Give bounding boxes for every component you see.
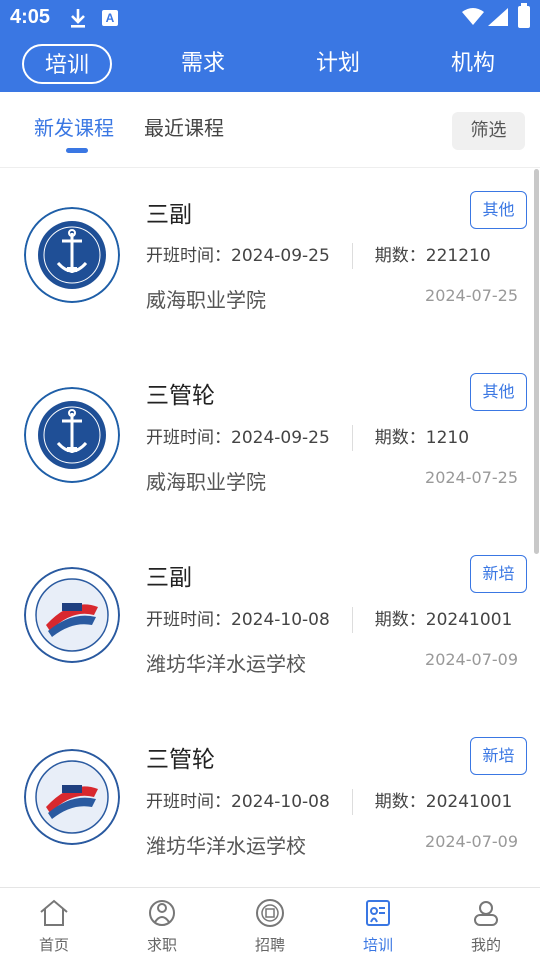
course-school: 潍坊华洋水运学校: [146, 834, 306, 858]
course-publish-date: 2024-07-25: [425, 468, 518, 487]
course-school: 威海职业学院: [146, 288, 266, 312]
download-icon: [71, 9, 85, 28]
course-school: 威海职业学院: [146, 470, 266, 494]
training-icon: [366, 900, 390, 926]
filter-button[interactable]: 筛选: [452, 112, 525, 150]
course-period: 期数：221210: [374, 246, 491, 266]
course-type-badge: 其他: [470, 373, 527, 411]
course-start-date: 开班时间：2024-09-25: [146, 428, 330, 448]
tab-institution[interactable]: 机构: [428, 44, 518, 84]
course-list[interactable]: 三副 其他 开班时间：2024-09-25 期数：221210 威海职业学院 20…: [0, 169, 540, 887]
course-publish-date: 2024-07-09: [425, 832, 518, 851]
course-start-date: 开班时间：2024-10-08: [146, 792, 330, 812]
course-title: 三管轮: [146, 383, 215, 409]
course-info-row: 开班时间：2024-10-08 期数：20241001: [146, 605, 512, 633]
nav-home[interactable]: 首页: [0, 888, 108, 960]
course-start-date: 开班时间：2024-09-25: [146, 246, 330, 266]
status-bar: 4:05 A: [0, 0, 540, 36]
weifang-huayang-school-logo: [24, 749, 120, 845]
course-card[interactable]: 三副 其他 开班时间：2024-09-25 期数：221210 威海职业学院 20…: [0, 169, 540, 351]
subtab-new-courses[interactable]: 新发课程: [34, 112, 114, 141]
course-period: 期数：20241001: [374, 792, 513, 812]
status-time: 4:05: [10, 6, 51, 28]
job-seek-icon: [149, 900, 175, 926]
weifang-huayang-school-logo: [24, 567, 120, 663]
divider: [351, 243, 353, 269]
signal-icon: [488, 8, 508, 26]
tab-demand[interactable]: 需求: [158, 44, 248, 84]
course-title: 三副: [146, 565, 192, 591]
recruit-icon: [256, 899, 284, 927]
course-info-row: 开班时间：2024-09-25 期数：221210: [146, 241, 491, 269]
home-icon: [40, 899, 68, 926]
app-header: 4:05 A 培训 需求 计划 机构: [0, 0, 540, 92]
course-publish-date: 2024-07-09: [425, 650, 518, 669]
nav-job-seek-label: 求职: [146, 936, 177, 954]
course-type-badge: 其他: [470, 191, 527, 229]
top-tab-bar: 培训 需求 计划 机构: [0, 38, 540, 92]
subtab-recent-courses[interactable]: 最近课程: [144, 112, 224, 141]
nav-home-label: 首页: [38, 936, 69, 954]
battery-icon: [518, 3, 530, 28]
nav-training-label: 培训: [362, 936, 393, 954]
weihai-college-logo: [24, 387, 120, 483]
course-type-badge: 新培: [470, 555, 527, 593]
course-card[interactable]: 三副 新培 开班时间：2024-10-08 期数：20241001 潍坊华洋水运学…: [0, 533, 540, 715]
nav-recruit-label: 招聘: [254, 936, 285, 954]
course-info-row: 开班时间：2024-10-08 期数：20241001: [146, 787, 512, 815]
nav-job-seek[interactable]: 求职: [108, 888, 216, 960]
course-info-row: 开班时间：2024-09-25 期数：1210: [146, 423, 469, 451]
nav-profile-label: 我的: [470, 936, 501, 954]
course-period: 期数：20241001: [374, 610, 513, 630]
course-school: 潍坊华洋水运学校: [146, 652, 306, 676]
course-title: 三管轮: [146, 747, 215, 773]
bottom-nav: 首页 求职 招聘 培训 我的: [0, 887, 540, 960]
divider: [351, 425, 353, 451]
nav-training[interactable]: 培训: [324, 888, 432, 960]
course-publish-date: 2024-07-25: [425, 286, 518, 305]
wifi-icon: [462, 8, 484, 25]
course-card[interactable]: 三管轮 其他 开班时间：2024-09-25 期数：1210 威海职业学院 202…: [0, 351, 540, 533]
course-period: 期数：1210: [374, 428, 470, 448]
course-type-badge: 新培: [470, 737, 527, 775]
nav-profile[interactable]: 我的: [432, 888, 540, 960]
profile-icon: [474, 901, 498, 926]
course-title: 三副: [146, 202, 192, 228]
active-subtab-indicator: [66, 148, 88, 153]
notification-app-icon: A: [102, 10, 118, 26]
list-scrollbar[interactable]: [534, 169, 539, 554]
tab-plan[interactable]: 计划: [293, 44, 383, 84]
tab-training[interactable]: 培训: [22, 44, 112, 84]
divider: [351, 607, 353, 633]
nav-recruit[interactable]: 招聘: [216, 888, 324, 960]
course-card[interactable]: 三管轮 新培 开班时间：2024-10-08 期数：20241001 潍坊华洋水运…: [0, 715, 540, 887]
divider: [351, 789, 353, 815]
weihai-college-logo: [24, 207, 120, 303]
course-start-date: 开班时间：2024-10-08: [146, 610, 330, 630]
